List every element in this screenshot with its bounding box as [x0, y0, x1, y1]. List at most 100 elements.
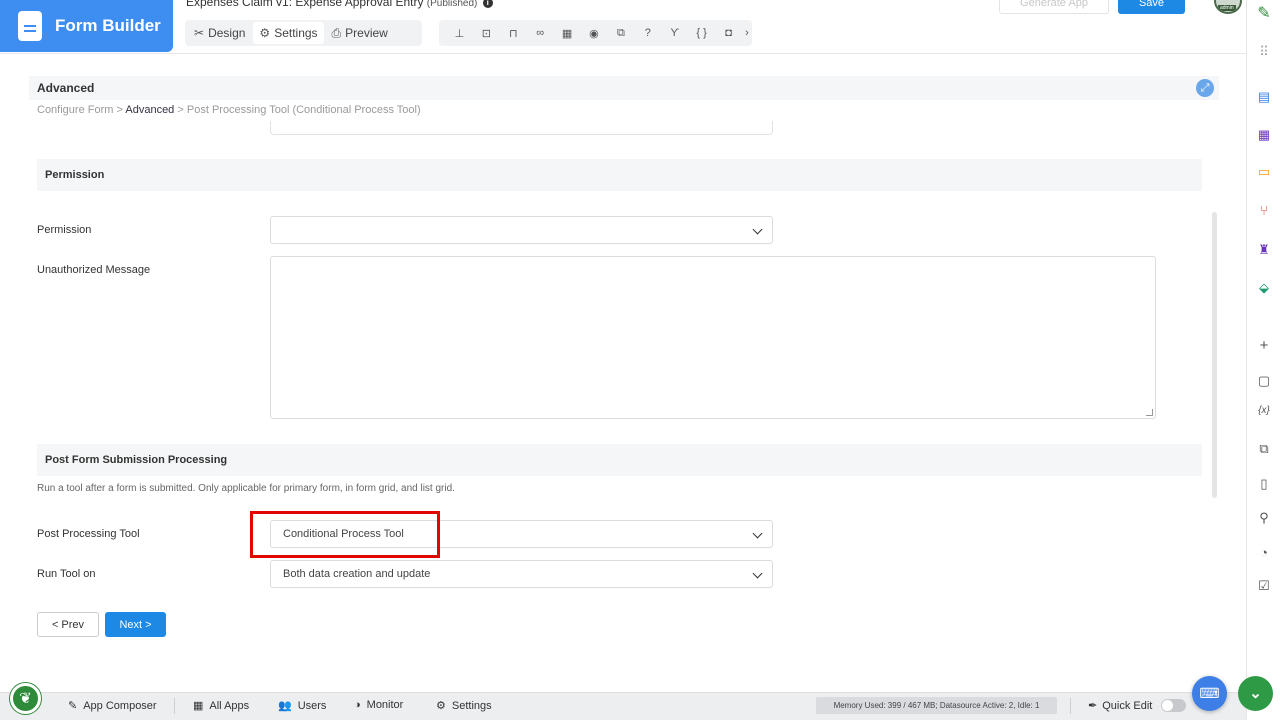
variable-icon[interactable]: {x}: [1247, 405, 1280, 416]
table-icon[interactable]: ▦: [1247, 127, 1280, 143]
permission-section-title: Permission: [45, 169, 105, 181]
grid-icon[interactable]: ▦: [554, 27, 581, 40]
paint-icon[interactable]: ⬙: [1247, 280, 1280, 296]
user-avatar[interactable]: admin: [1214, 0, 1242, 14]
info-icon[interactable]: i: [482, 0, 493, 8]
breadcrumb-advanced[interactable]: Advanced: [125, 104, 174, 116]
all-apps-link[interactable]: ▦ All Apps: [193, 699, 249, 712]
apps-grid-icon: ▦: [193, 700, 204, 712]
form-toolbar: ⊥ ⊡ ⊓ ∞ ▦ ◉ ⧉ ? ϒ { } ◘ ›: [439, 20, 752, 46]
next-button[interactable]: Next >: [105, 612, 166, 637]
lock-icon[interactable]: ⊓: [500, 27, 527, 40]
checklist-icon[interactable]: ☑: [1247, 578, 1280, 594]
glasses-icon[interactable]: ∞: [527, 27, 554, 39]
design-icon: ✂: [194, 26, 205, 40]
help-icon[interactable]: ?: [634, 27, 661, 39]
permission-section-header: Permission: [37, 159, 1202, 191]
post-processing-section-title: Post Form Submission Processing: [45, 454, 228, 466]
branch-icon[interactable]: ϒ: [661, 27, 688, 39]
unauthorized-message-textarea[interactable]: [270, 256, 1156, 419]
prev-label: < Prev: [51, 618, 85, 631]
preview-icon: ⎙: [331, 25, 342, 40]
save-button[interactable]: Save: [1118, 0, 1185, 14]
generate-app-button[interactable]: Generate App: [999, 0, 1109, 14]
monitor-link[interactable]: ◑ Monitor: [354, 699, 403, 711]
eye-icon[interactable]: ◉: [581, 27, 608, 40]
tab-preview-label: Preview: [345, 26, 388, 40]
gauge-icon[interactable]: ◔: [1247, 545, 1280, 560]
bottom-bar: [0, 692, 1246, 720]
tab-preview[interactable]: ⎙ Preview: [326, 22, 394, 44]
resize-handle[interactable]: [1146, 409, 1153, 416]
chevron-right-icon[interactable]: ›: [742, 27, 752, 39]
users-link[interactable]: 👥 Users: [278, 699, 326, 712]
form-title-text: Expenses Claim v1: Expense Approval Entr…: [186, 0, 424, 9]
brand-title: Form Builder: [55, 16, 161, 35]
monitor-icon[interactable]: ▭: [1247, 164, 1280, 180]
post-processing-tool-label: Post Processing Tool: [37, 528, 140, 540]
panel-title: Advanced: [37, 81, 95, 95]
chat-assistant-icon[interactable]: ⌨: [1192, 676, 1227, 711]
flow-icon[interactable]: ⑂: [1247, 203, 1280, 218]
prev-button[interactable]: < Prev: [37, 612, 99, 637]
quick-edit[interactable]: ✒ Quick Edit: [1088, 699, 1152, 712]
post-processing-section-header: Post Form Submission Processing: [37, 444, 1202, 476]
camera-icon[interactable]: ◘: [715, 27, 742, 39]
generate-app-label: Generate App: [1020, 0, 1088, 9]
pencil-icon: ✎: [68, 700, 78, 712]
all-apps-label: All Apps: [209, 700, 250, 712]
memory-status: Memory Used: 399 / 467 MB; Datasource Ac…: [816, 697, 1057, 714]
tab-design[interactable]: ✂ Design: [188, 22, 251, 44]
document-icon: [18, 11, 42, 41]
expand-icon[interactable]: ⤢: [1196, 79, 1214, 97]
brush-icon: ✒: [1088, 700, 1098, 712]
double-chevron-down-icon[interactable]: ⌄: [1238, 676, 1273, 711]
scrollbar-thumb[interactable]: [1212, 212, 1217, 498]
quick-edit-toggle[interactable]: [1161, 699, 1186, 712]
plus-icon[interactable]: +: [1247, 337, 1280, 354]
breadcrumb-sep-1: >: [116, 104, 123, 116]
note-icon[interactable]: ▢: [1247, 373, 1280, 389]
bottom-divider: [1070, 698, 1071, 714]
tab-settings-label: Settings: [274, 26, 318, 40]
settings-link[interactable]: ⚙ Settings: [436, 699, 492, 712]
unauthorized-message-label: Unauthorized Message: [37, 264, 151, 276]
breadcrumb-sep-2: >: [177, 104, 184, 116]
header-divider: [0, 53, 1246, 54]
panel-header: Advanced: [29, 76, 1219, 100]
tab-design-label: Design: [208, 26, 246, 40]
breadcrumb: Configure Form > Advanced > Post Process…: [37, 104, 421, 116]
next-label: Next >: [119, 618, 152, 631]
drag-icon[interactable]: ⠿: [1247, 44, 1280, 60]
robot-icon[interactable]: ♜: [1247, 242, 1280, 258]
form-status: (Published): [426, 0, 478, 9]
tab-settings[interactable]: ⚙ Settings: [253, 22, 324, 44]
highlight-box: [250, 511, 440, 558]
tree-icon[interactable]: ⊥: [446, 27, 473, 40]
monitor-icon: ◑: [354, 699, 361, 711]
mode-tabs: ✂ Design ⚙ Settings ⎙ Preview: [185, 20, 422, 46]
chevron-down-icon: [752, 224, 763, 235]
edit-icon[interactable]: ✎: [1247, 3, 1280, 23]
app-composer-link[interactable]: ✎ App Composer: [68, 699, 157, 712]
translate-icon[interactable]: ⧉: [1247, 441, 1280, 457]
translate-icon[interactable]: ⧉: [607, 27, 634, 40]
save-label: Save: [1138, 0, 1165, 9]
run-tool-on-select[interactable]: Both data creation and update: [270, 560, 773, 588]
breadcrumb-root[interactable]: Configure Form: [37, 104, 113, 116]
users-icon: 👥: [278, 700, 292, 712]
run-tool-on-value: Both data creation and update: [283, 568, 431, 580]
app-composer-label: App Composer: [83, 700, 157, 712]
document-icon[interactable]: ▤: [1247, 89, 1280, 105]
braces-icon[interactable]: { }: [688, 27, 715, 39]
brand-header[interactable]: Form Builder: [0, 0, 173, 52]
run-tool-on-label: Run Tool on: [37, 568, 96, 580]
app-logo-icon[interactable]: ❦: [10, 683, 41, 714]
permission-select[interactable]: [270, 216, 773, 244]
gear-icon: ⚙: [259, 26, 271, 40]
import-icon[interactable]: ⊡: [473, 27, 500, 40]
chevron-down-icon: [752, 568, 763, 579]
file-icon[interactable]: ▯: [1247, 476, 1280, 492]
right-rail: ✎ ⠿ ▤ ▦ ▭ ⑂ ♜ ⬙ + ▢ {x} ⧉ ▯ ⚲ ◔ ☑: [1246, 0, 1280, 720]
plugin-icon[interactable]: ⚲: [1247, 510, 1280, 526]
